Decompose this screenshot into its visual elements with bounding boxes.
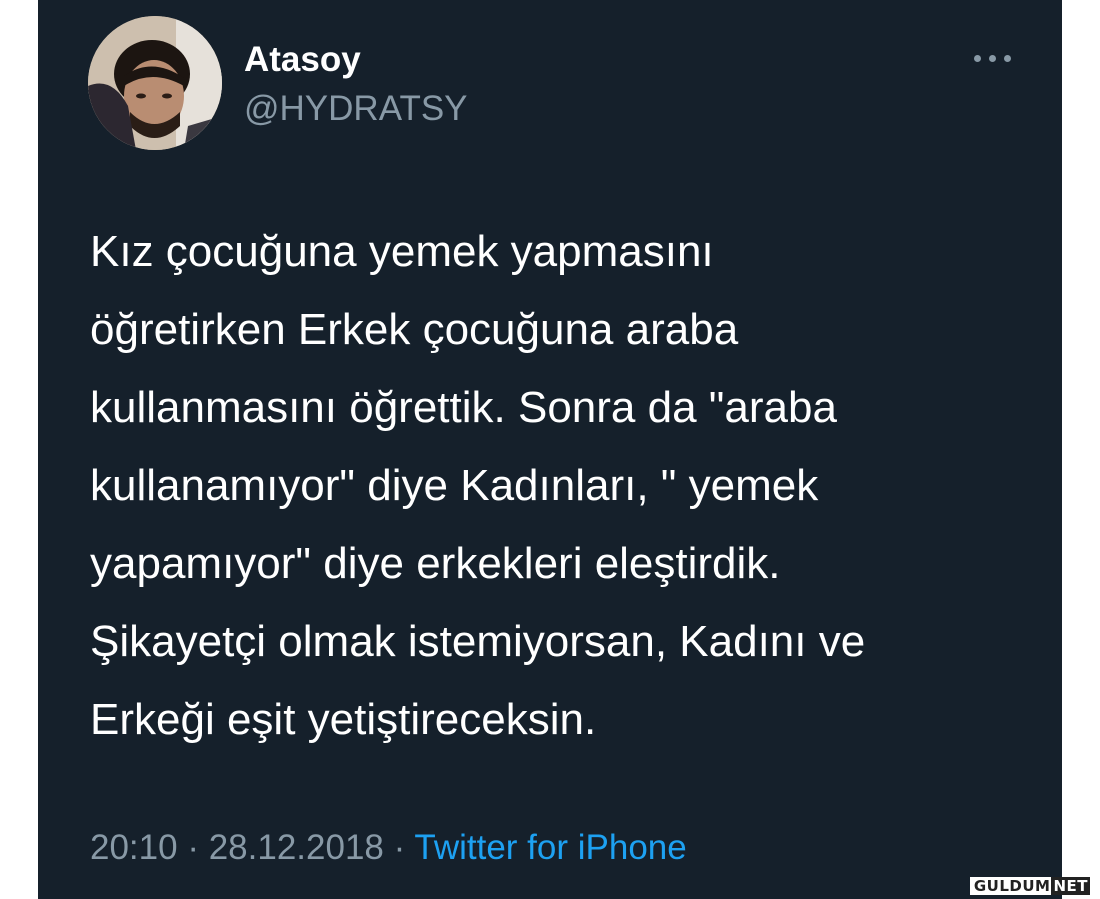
avatar-image bbox=[88, 16, 222, 150]
tweet-text: Kız çocuğuna yemek yapmasını öğretirken … bbox=[90, 213, 1050, 759]
watermark-logo: GULDUM NET bbox=[969, 877, 1094, 895]
tweet-card: Atasoy @HYDRATSY Kız çocuğuna yemek yapm… bbox=[38, 0, 1062, 899]
meta-separator: · bbox=[393, 828, 406, 867]
meta-separator: · bbox=[187, 828, 199, 867]
tweet-date[interactable]: 28.12.2018 bbox=[209, 828, 384, 867]
tweet-text-line: Şikayetçi olmak istemiyorsan, Kadını ve bbox=[90, 617, 866, 666]
watermark-suffix: NET bbox=[1051, 877, 1090, 895]
more-dot bbox=[974, 55, 981, 62]
tweet-text-line: kullanmasını öğrettik. Sonra da "araba bbox=[90, 383, 837, 432]
tweet-text-line: Kız çocuğuna yemek yapmasını bbox=[90, 227, 714, 276]
watermark-main: GULDUM bbox=[973, 877, 1051, 895]
display-name[interactable]: Atasoy bbox=[244, 40, 361, 80]
tweet-text-line: kullanamıyor" diye Kadınları, " yemek bbox=[90, 461, 819, 510]
avatar[interactable] bbox=[88, 16, 222, 150]
tweet-text-line: öğretirken Erkek çocuğuna araba bbox=[90, 305, 739, 354]
tweet-meta: 20:10 · 28.12.2018 · Twitter for iPhone bbox=[90, 826, 687, 870]
tweet-text-line: Erkeği eşit yetiştireceksin. bbox=[90, 695, 597, 744]
tweet-text-line: yapamıyor" diye erkekleri eleştirdik. bbox=[90, 539, 781, 588]
more-dot bbox=[1004, 55, 1011, 62]
screenshot-canvas: Atasoy @HYDRATSY Kız çocuğuna yemek yapm… bbox=[0, 0, 1100, 899]
tweet-time[interactable]: 20:10 bbox=[90, 828, 178, 867]
more-dot bbox=[989, 55, 996, 62]
user-handle[interactable]: @HYDRATSY bbox=[244, 88, 468, 130]
more-options-icon[interactable] bbox=[970, 45, 1016, 71]
tweet-source-link[interactable]: Twitter for iPhone bbox=[414, 828, 686, 867]
